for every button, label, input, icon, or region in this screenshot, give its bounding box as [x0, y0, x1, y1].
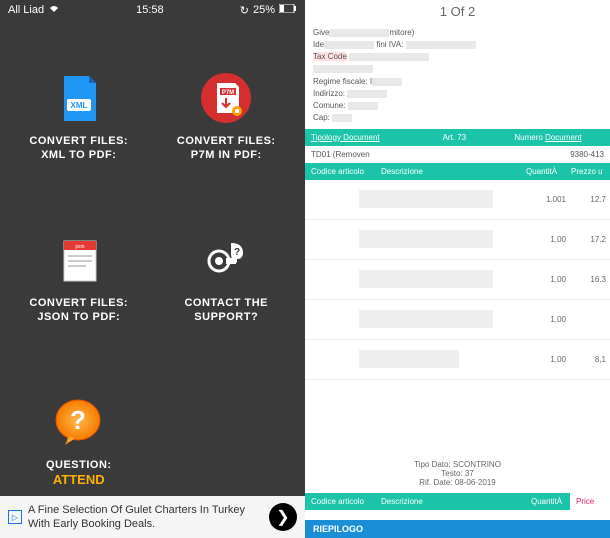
table-row: 1.001 12.7 [305, 180, 610, 220]
question-icon: ? [51, 395, 106, 450]
second-items-header: Codice articolo Descrizione QuantitÀ Pri… [305, 493, 610, 510]
document-preview: 1 Of 2 Givemitore) Ide fini IVA: Tax Cod… [305, 0, 610, 538]
page-indicator: 1 Of 2 [305, 0, 610, 23]
status-bar: All Liad 15:58 ↻ 25% [0, 0, 305, 20]
svg-text:XML: XML [70, 101, 87, 110]
items-table: 1.001 12.7 1.00 17.2 1.00 16.3 1.00 1.00… [305, 180, 610, 455]
ad-badge-icon: ▷ [8, 510, 22, 524]
battery-percent: 25% [253, 4, 275, 16]
json-icon: json [51, 233, 106, 288]
svg-text:?: ? [70, 405, 86, 435]
doc-type-header: Tipology Document Art. 73 Numero Documen… [305, 129, 610, 146]
ad-text: A Fine Selection Of Gulet Charters In Tu… [28, 503, 269, 532]
riepilogo-header: RIEPILOGO [305, 520, 610, 538]
table-row: 1.00 [305, 300, 610, 340]
svg-text:json: json [74, 244, 84, 250]
xml-icon: XML [51, 71, 106, 126]
svg-text:P7M: P7M [222, 90, 234, 96]
doc-type-row: TD01 (Removen 9380-413 [305, 146, 610, 163]
contact-support-button[interactable]: ? CONTACT THE SUPPORT? [158, 203, 296, 356]
p7m-icon: P7M [199, 71, 254, 126]
table-row: 1.00 17.2 [305, 220, 610, 260]
doc-footer: Tipo Dato: SCONTRINO Testo: 37 Rif. Date… [305, 454, 610, 493]
app-screen: All Liad 15:58 ↻ 25% XML CONVERT FILES: … [0, 0, 305, 538]
items-header: Codice articolo Descrizione QuantitÀ Pre… [305, 163, 610, 180]
refresh-icon: ↻ [240, 4, 249, 17]
support-icon: ? [199, 233, 254, 288]
battery-icon [279, 4, 297, 16]
app-grid: XML CONVERT FILES: XML TO PDF: P7M CONVE… [0, 20, 305, 538]
wifi-icon [48, 4, 60, 17]
time-label: 15:58 [136, 4, 164, 16]
ad-arrow-icon[interactable]: ❯ [269, 503, 297, 531]
convert-xml-button[interactable]: XML CONVERT FILES: XML TO PDF: [10, 40, 148, 193]
convert-p7m-button[interactable]: P7M CONVERT FILES: P7M IN PDF: [158, 40, 296, 193]
table-row: 1.00 16.3 [305, 260, 610, 300]
convert-json-button[interactable]: json CONVERT FILES: JSON TO PDF: [10, 203, 148, 356]
carrier-label: All Liad [8, 4, 44, 16]
svg-text:?: ? [234, 247, 240, 258]
doc-header: Givemitore) Ide fini IVA: Tax Code Regim… [305, 23, 610, 129]
table-row: 1.00 8,1 [305, 340, 610, 380]
ad-banner[interactable]: ▷ A Fine Selection Of Gulet Charters In … [0, 496, 305, 538]
